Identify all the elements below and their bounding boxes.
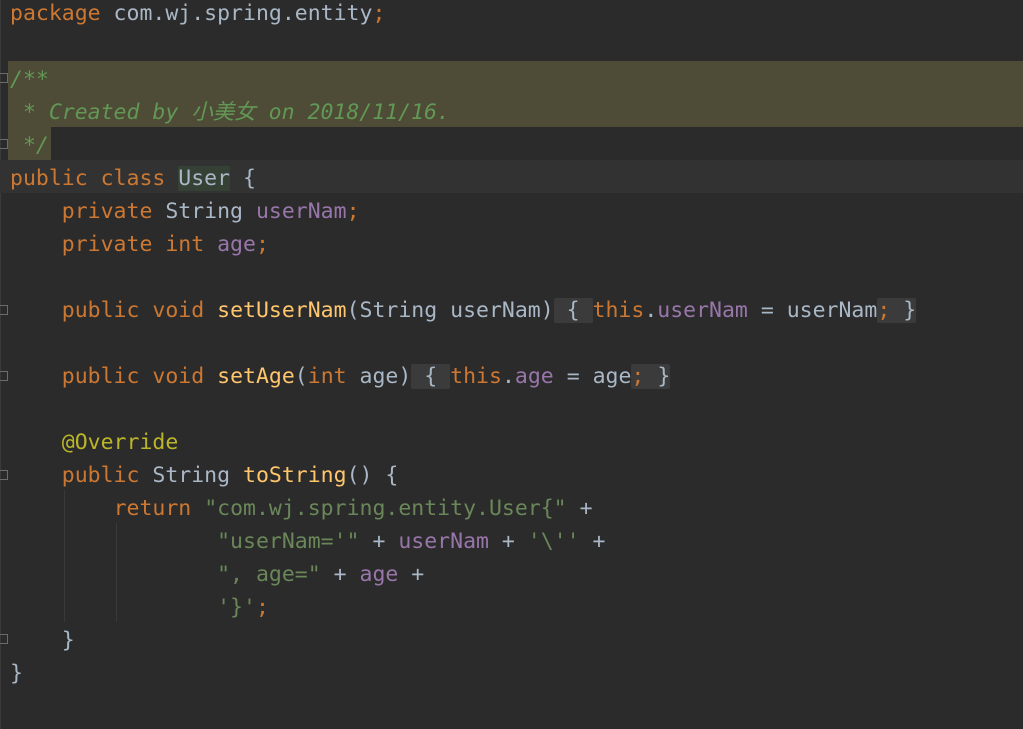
folded-region[interactable]: { [553, 298, 593, 323]
code-line-return: return "com.wj.spring.entity.User{" + [113, 496, 593, 521]
code-line-class: public class User { [10, 166, 256, 191]
code-line-doc-open: /** [10, 67, 49, 92]
code-line-doc-close: */ [10, 133, 49, 158]
fold-marker-doc[interactable] [0, 73, 8, 83]
fold-marker-toString-end[interactable] [0, 634, 8, 644]
code-line-setUserNam: public void setUserNam(String userNam) {… [61, 298, 917, 323]
fold-marker-setUserNam[interactable] [0, 305, 8, 315]
code-editor[interactable]: package com.wj.spring.entity; /** * Crea… [0, 0, 1023, 729]
fold-marker-setAge[interactable] [0, 371, 8, 381]
code-line-concat-2: ", age=" + age + [217, 562, 425, 587]
fold-marker-doc-end[interactable] [0, 139, 8, 149]
code-line-toString: public String toString() { [61, 463, 399, 488]
code-line-concat-3: '}'; [217, 595, 269, 620]
code-line-class-close: } [10, 661, 23, 686]
gutter-divider [0, 0, 1, 729]
code-line-setAge: public void setAge(int age) { this.age =… [61, 364, 671, 389]
code-line-field-userNam: private String userNam; [61, 199, 360, 224]
code-line-package: package com.wj.spring.entity; [10, 1, 386, 26]
folded-region-end[interactable]: ; } [631, 364, 671, 389]
folded-region-end[interactable]: ; } [877, 298, 917, 323]
code-line-concat-1: "userNam='" + userNam + '\'' + [217, 529, 606, 554]
code-line-method-close: } [61, 628, 75, 653]
fold-marker-toString[interactable] [0, 470, 8, 480]
code-line-field-age: private int age; [61, 232, 269, 257]
code-line-annotation: @Override [61, 430, 179, 455]
folded-region[interactable]: { [411, 364, 451, 389]
code-line-doc-body: * Created by 小美女 on 2018/11/16. [10, 100, 450, 125]
